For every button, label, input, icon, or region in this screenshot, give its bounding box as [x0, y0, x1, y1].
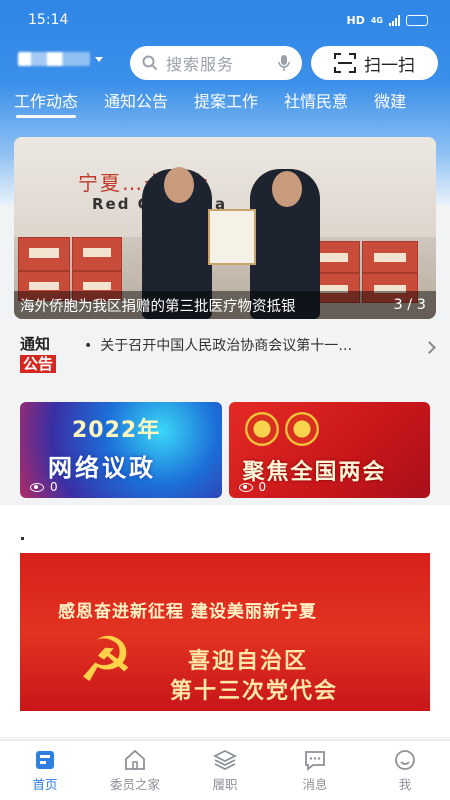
- donation-certificate: [208, 209, 256, 265]
- nav-home-label: 首页: [32, 777, 58, 792]
- divider-dot: [21, 537, 24, 540]
- chevron-down-icon: [95, 56, 103, 62]
- status-indicators: HD 4G: [347, 14, 428, 27]
- tab-notices[interactable]: 通知公告: [104, 91, 168, 121]
- party-congress-banner[interactable]: 感恩奋进新征程 建设美丽新宁夏 ☭ 喜迎自治区 第十三次党代会: [20, 553, 430, 711]
- banner-caption-bar: 海外侨胞为我区捐赠的第三批医疗物资抵银 3 / 3: [14, 291, 436, 319]
- status-bar: 15:14 HD 4G: [0, 0, 450, 40]
- banner-pager: 3 / 3: [393, 297, 426, 313]
- view-count-value: 0: [50, 480, 58, 494]
- national-emblem-icon: [244, 412, 279, 446]
- battery-icon: [406, 14, 428, 26]
- top-bar: 搜索服务 扫一扫: [0, 46, 450, 82]
- smile-icon: [395, 750, 415, 770]
- news-carousel[interactable]: 宁夏…十字会 Red C…f N…a 海外侨胞为我区捐赠的第三批医疗物资抵银 3…: [14, 137, 436, 319]
- chevron-right-icon[interactable]: [423, 341, 436, 354]
- category-tabs: 工作动态 通知公告 提案工作 社情民意 微建: [0, 91, 450, 127]
- eye-icon: [238, 482, 253, 492]
- nav-duties-label: 履职: [212, 777, 238, 792]
- hd-indicator: HD: [346, 13, 365, 27]
- notice-ticker[interactable]: 通知 公告 关于召开中国人民政治协商会议第十一…: [0, 327, 450, 385]
- nav-me-label: 我: [398, 777, 412, 792]
- network-indicator: 4G: [370, 15, 383, 25]
- supply-box: [72, 237, 122, 271]
- search-icon: [142, 55, 158, 71]
- bottom-navigation: 首页 委员之家 履职 消息 我: [0, 740, 450, 800]
- nav-me[interactable]: 我: [360, 741, 450, 800]
- microphone-icon[interactable]: [278, 54, 290, 72]
- message-icon: [305, 751, 325, 771]
- supply-box: [362, 241, 418, 273]
- party-banner-title: 喜迎自治区: [188, 649, 309, 674]
- tile-online-deliberation[interactable]: 2022年 网络议政 0: [20, 402, 222, 498]
- nav-messages-label: 消息: [302, 777, 328, 792]
- layers-icon: [213, 749, 237, 771]
- tab-work-news[interactable]: 工作动态: [14, 91, 78, 121]
- party-banner-subtitle: 第十三次党代会: [170, 679, 339, 704]
- status-time: 15:14: [28, 12, 69, 28]
- banner-caption: 海外侨胞为我区捐赠的第三批医疗物资抵银: [20, 298, 296, 315]
- signal-icon: [389, 14, 400, 26]
- house-icon: [125, 749, 145, 770]
- search-bar[interactable]: 搜索服务: [130, 46, 302, 80]
- scan-icon: [334, 53, 356, 73]
- search-placeholder: 搜索服务: [166, 55, 235, 74]
- tab-public-opinion[interactable]: 社情民意: [284, 91, 348, 121]
- party-banner-slogan: 感恩奋进新征程 建设美丽新宁夏: [58, 602, 317, 622]
- view-count-value: 0: [258, 480, 267, 494]
- party-emblem-icon: ☭: [78, 623, 134, 696]
- location-selector[interactable]: [18, 52, 103, 66]
- supply-box: [18, 237, 70, 271]
- notice-logo-bottom: 公告: [20, 355, 57, 373]
- feature-tiles: 2022年 网络议政 0 聚焦全国两会 0: [20, 402, 430, 498]
- nav-messages[interactable]: 消息: [270, 741, 360, 800]
- view-count: 0: [238, 480, 267, 494]
- scan-label: 扫一扫: [364, 55, 415, 76]
- notice-logo: 通知 公告: [20, 335, 68, 375]
- location-label: [18, 52, 90, 66]
- tab-proposals[interactable]: 提案工作: [194, 91, 258, 121]
- nav-members-home-label: 委员之家: [109, 777, 160, 792]
- tab-micro[interactable]: 微建: [374, 91, 406, 121]
- view-count: 0: [30, 480, 58, 494]
- person-right-head: [272, 171, 302, 207]
- nav-home[interactable]: 首页: [0, 741, 90, 800]
- cppcc-emblem-icon: [284, 412, 319, 446]
- home-icon: [36, 751, 54, 769]
- tile-title: 网络议政: [48, 454, 156, 482]
- scan-button[interactable]: 扫一扫: [311, 46, 438, 80]
- nav-duties[interactable]: 履职: [180, 741, 270, 800]
- tile-two-sessions[interactable]: 聚焦全国两会 0: [228, 402, 430, 498]
- notice-text[interactable]: 关于召开中国人民政治协商会议第十一…: [84, 335, 352, 355]
- notice-logo-top: 通知: [20, 335, 51, 353]
- tile-year: 2022年: [72, 418, 161, 443]
- person-left-head: [164, 167, 194, 203]
- eye-icon: [30, 482, 44, 492]
- nav-members-home[interactable]: 委员之家: [90, 741, 180, 800]
